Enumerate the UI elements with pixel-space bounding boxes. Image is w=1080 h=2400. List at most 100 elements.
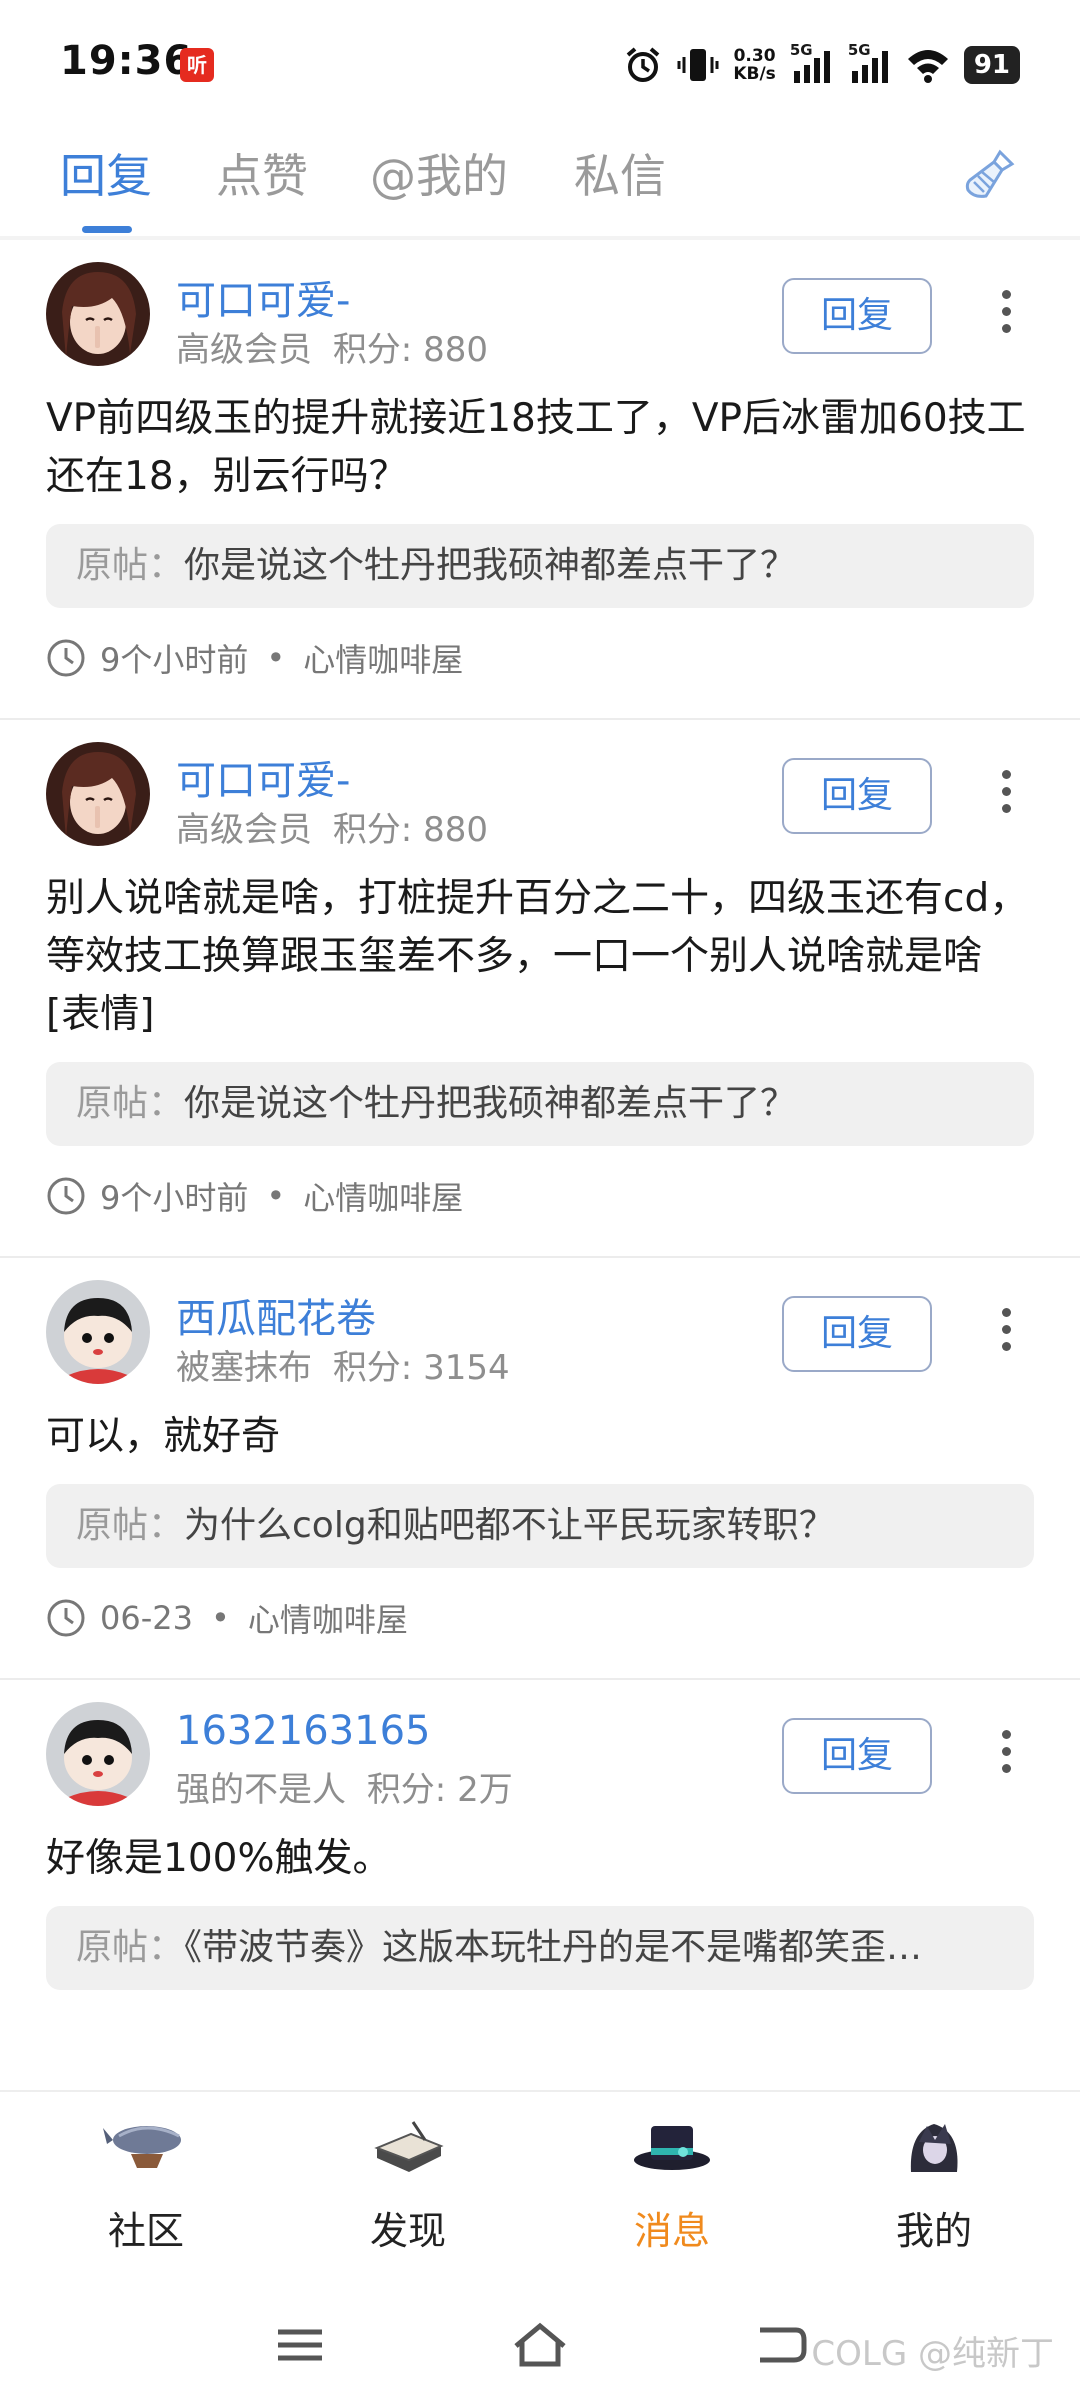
forum-name[interactable]: 心情咖啡屋 xyxy=(303,1173,463,1219)
more-options-icon[interactable] xyxy=(998,1724,1014,1784)
clear-broom-icon[interactable] xyxy=(960,146,1020,206)
user-points: 积分: 880 xyxy=(332,330,488,370)
more-options-icon[interactable] xyxy=(998,284,1014,344)
book-icon xyxy=(374,2121,444,2172)
reply-button[interactable]: 回复 xyxy=(782,1296,932,1372)
username[interactable]: 1632163165 xyxy=(176,1708,431,1754)
speed-value: 0.30 xyxy=(733,46,776,66)
nav-label: 我的 xyxy=(895,2209,972,2253)
forum-name[interactable]: 心情咖啡屋 xyxy=(303,635,463,681)
tab-likes[interactable]: 点赞 xyxy=(216,140,308,206)
nav-label: 社区 xyxy=(107,2209,184,2253)
user-level: 高级会员 xyxy=(176,810,312,850)
battery-indicator: 91 xyxy=(963,46,1020,84)
clock-icon xyxy=(47,1599,85,1637)
status-icons: 0.30 KB/s 5G 5G 91 xyxy=(623,41,1020,88)
quote-text: 为什么colg和贴吧都不让平民玩家转职？ xyxy=(184,1505,835,1546)
reply-button[interactable]: 回复 xyxy=(782,1718,932,1794)
watermark: COLG @纯新丁 xyxy=(811,2334,1054,2374)
reply-time: 9个小时前 xyxy=(100,641,249,679)
avatar[interactable] xyxy=(46,1280,150,1384)
reply-button[interactable]: 回复 xyxy=(782,758,932,834)
top-hat-icon xyxy=(634,2126,710,2170)
nav-label: 消息 xyxy=(633,2209,710,2253)
original-post-quote[interactable]: 原帖：你是说这个牡丹把我硕神都差点干了？ xyxy=(46,1062,1034,1146)
reply-time: 06-23 xyxy=(100,1599,193,1637)
username[interactable]: 可口可爱- xyxy=(176,748,350,806)
user-level: 被塞抹布 xyxy=(176,1348,312,1388)
username[interactable]: 可口可爱- xyxy=(176,268,350,326)
more-options-icon[interactable] xyxy=(998,1302,1014,1362)
user-points: 积分: 880 xyxy=(332,810,488,850)
vibrate-icon xyxy=(677,49,719,81)
clock-icon xyxy=(47,639,85,677)
signal-bars-icon xyxy=(851,51,888,83)
separator-dot: • xyxy=(266,1177,286,1215)
quote-label: 原帖： xyxy=(76,545,185,586)
user-meta: 高级会员 积分: 880 xyxy=(176,802,488,851)
bottom-nav: 社区 发现 消息 我的 xyxy=(0,2090,1080,2292)
user-points: 积分: 3154 xyxy=(332,1348,510,1388)
clock-icon xyxy=(47,1177,85,1215)
message-tabs: 回复 点赞 @我的 私信 xyxy=(0,130,1080,240)
quote-label: 原帖： xyxy=(76,1927,185,1968)
quote-label: 原帖： xyxy=(76,1083,185,1124)
status-bar: 19:36 听 0.30 KB/s 5G 5G 91 xyxy=(0,0,1080,130)
network-speed: 0.30 KB/s xyxy=(733,47,775,83)
more-options-icon[interactable] xyxy=(998,764,1014,824)
user-meta: 强的不是人 积分: 2万 xyxy=(176,1762,513,1811)
original-post-quote[interactable]: 原帖：为什么colg和贴吧都不让平民玩家转职？ xyxy=(46,1484,1034,1568)
airship-icon xyxy=(103,2126,181,2168)
avatar[interactable] xyxy=(46,1702,150,1806)
tab-mentions[interactable]: @我的 xyxy=(370,140,508,206)
system-nav-bar: COLG @纯新丁 xyxy=(0,2290,1080,2400)
list-item[interactable]: 可口可爱- 高级会员 积分: 880 回复 VP前四级玉的提升就接近18技工了，… xyxy=(0,240,1080,720)
forum-name[interactable]: 心情咖啡屋 xyxy=(248,1595,408,1641)
reply-meta: 06-23 • 心情咖啡屋 xyxy=(46,1568,1034,1668)
back-icon[interactable] xyxy=(750,2320,810,2370)
wifi-icon xyxy=(907,50,948,83)
reply-button[interactable]: 回复 xyxy=(782,278,932,354)
speed-unit: KB/s xyxy=(733,64,776,84)
nav-messages[interactable]: 消息 xyxy=(572,2112,772,2255)
list-item[interactable]: 1632163165 强的不是人 积分: 2万 回复 好像是100%触发。 原帖… xyxy=(0,1680,1080,2000)
user-level: 高级会员 xyxy=(176,330,312,370)
user-level: 强的不是人 xyxy=(176,1770,346,1810)
separator-dot: • xyxy=(266,639,286,677)
nav-label: 发现 xyxy=(369,2209,446,2253)
separator-dot: • xyxy=(210,1599,230,1637)
tab-private-messages[interactable]: 私信 xyxy=(574,140,666,206)
tab-replies[interactable]: 回复 xyxy=(60,140,152,206)
quote-text: 《带波节奏》这版本玩牡丹的是不是嘴都笑歪… xyxy=(184,1927,923,1968)
reply-time: 9个小时前 xyxy=(100,1179,249,1217)
username[interactable]: 西瓜配花卷 xyxy=(176,1286,376,1344)
user-points: 积分: 2万 xyxy=(366,1770,513,1810)
list-item[interactable]: 可口可爱- 高级会员 积分: 880 回复 别人说啥就是啥，打桩提升百分之二十，… xyxy=(0,720,1080,1258)
original-post-quote[interactable]: 原帖：你是说这个牡丹把我硕神都差点干了？ xyxy=(46,524,1034,608)
reply-meta: 9个小时前 • 心情咖啡屋 xyxy=(46,608,1034,708)
list-item[interactable]: 西瓜配花卷 被塞抹布 积分: 3154 回复 可以，就好奇 原帖：为什么colg… xyxy=(0,1258,1080,1680)
nav-community[interactable]: 社区 xyxy=(46,2112,246,2255)
avatar[interactable] xyxy=(46,742,150,846)
signal-2: 5G xyxy=(848,41,892,85)
signal-1: 5G xyxy=(790,41,834,85)
reply-meta: 9个小时前 • 心情咖啡屋 xyxy=(46,1146,1034,1246)
app-notification-icon: 听 xyxy=(180,48,214,82)
avatar[interactable] xyxy=(46,262,150,366)
active-tab-indicator xyxy=(82,226,132,233)
nav-discover[interactable]: 发现 xyxy=(308,2112,508,2255)
alarm-icon xyxy=(627,47,660,82)
reply-list: 可口可爱- 高级会员 积分: 880 回复 VP前四级玉的提升就接近18技工了，… xyxy=(0,240,1080,2090)
signal-bars-icon xyxy=(793,51,830,83)
quote-label: 原帖： xyxy=(76,1505,185,1546)
status-time: 19:36 xyxy=(60,38,193,84)
home-icon[interactable] xyxy=(510,2320,570,2370)
character-avatar-icon xyxy=(910,2124,958,2172)
user-meta: 高级会员 积分: 880 xyxy=(176,322,488,371)
nav-me[interactable]: 我的 xyxy=(834,2112,1034,2255)
user-meta: 被塞抹布 积分: 3154 xyxy=(176,1340,510,1389)
quote-text: 你是说这个牡丹把我硕神都差点干了？ xyxy=(184,1083,797,1124)
quote-text: 你是说这个牡丹把我硕神都差点干了？ xyxy=(184,545,797,586)
original-post-quote[interactable]: 原帖：《带波节奏》这版本玩牡丹的是不是嘴都笑歪… xyxy=(46,1906,1034,1990)
menu-icon[interactable] xyxy=(270,2320,330,2370)
